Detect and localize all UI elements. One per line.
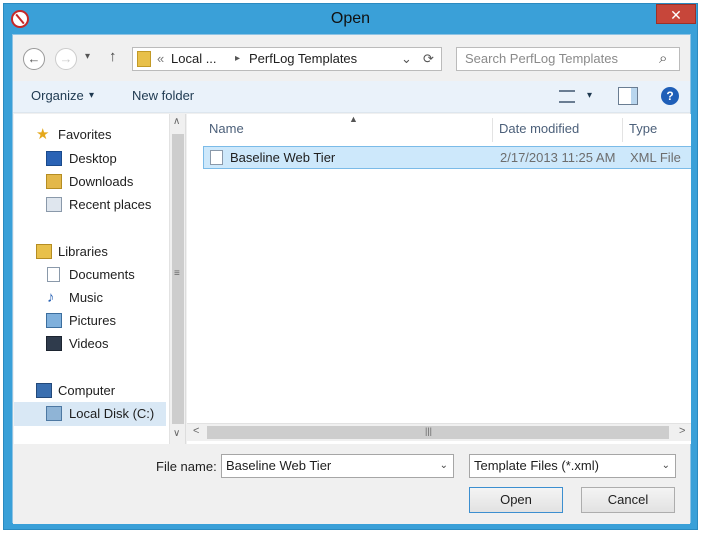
view-options-icon[interactable] <box>559 90 575 103</box>
dialog-client: ← → ▾ ↑ « Local ... ▸ PerfLog Templates … <box>12 34 691 524</box>
documents-icon <box>47 267 60 282</box>
column-header-name[interactable]: Name <box>203 118 493 142</box>
scroll-down-icon[interactable]: ∨ <box>173 428 180 439</box>
sidebar-item-label: Recent places <box>69 197 152 212</box>
disk-icon <box>46 406 62 421</box>
view-caret-icon[interactable]: ▾ <box>587 90 592 101</box>
title-bar[interactable]: Open ✕ <box>4 4 697 34</box>
sidebar-item-label: Favorites <box>58 127 112 142</box>
sidebar-item-libraries[interactable]: Libraries <box>14 241 164 262</box>
sidebar-item-videos[interactable]: Videos <box>14 333 164 354</box>
dialog-footer: File name: Baseline Web Tier ⌄ Template … <box>13 445 690 524</box>
downloads-icon <box>46 174 62 189</box>
address-bar[interactable]: « Local ... ▸ PerfLog Templates ⌄ ⟳ <box>132 47 442 71</box>
address-overflow-icon[interactable]: « <box>157 48 164 70</box>
pictures-icon <box>46 313 62 328</box>
address-segment-perflog[interactable]: PerfLog Templates <box>249 48 357 70</box>
star-icon: ★ <box>36 126 50 143</box>
dialog-window: Open ✕ ← → ▾ ↑ « Local ... ▸ PerfLog Tem… <box>3 3 698 530</box>
scroll-left-icon[interactable]: < <box>193 425 199 437</box>
new-folder-button[interactable]: New folder <box>132 88 194 103</box>
column-header-type[interactable]: Type <box>623 118 691 142</box>
file-row[interactable]: Baseline Web Tier 2/17/2013 11:25 AM XML… <box>203 146 691 169</box>
sidebar-item-label: Libraries <box>58 244 108 259</box>
sidebar-item-label: Videos <box>69 336 109 351</box>
file-type: XML File <box>630 150 681 165</box>
sidebar-item-computer[interactable]: Computer <box>14 380 164 401</box>
recent-locations-button[interactable]: ▾ <box>85 51 90 62</box>
cancel-button[interactable]: Cancel <box>581 487 675 513</box>
open-button[interactable]: Open <box>469 487 563 513</box>
navigation-bar: ← → ▾ ↑ « Local ... ▸ PerfLog Templates … <box>13 35 690 81</box>
file-name-dropdown-icon[interactable]: ⌄ <box>440 455 448 477</box>
sidebar-item-label: Pictures <box>69 313 116 328</box>
sidebar-item-label: Local Disk (C:) <box>69 406 155 421</box>
sidebar-item-pictures[interactable]: Pictures <box>14 310 164 331</box>
refresh-icon[interactable]: ⟳ <box>423 48 434 70</box>
computer-icon <box>36 383 52 398</box>
videos-icon <box>46 336 62 351</box>
scroll-thumb[interactable]: ≡ <box>172 134 184 424</box>
organize-caret-icon[interactable]: ▾ <box>89 90 94 101</box>
search-placeholder: Search PerfLog Templates <box>465 51 618 66</box>
command-toolbar: Organize ▾ New folder ▾ ? <box>13 81 690 113</box>
address-separator-icon[interactable]: ▸ <box>235 48 240 70</box>
forward-button[interactable]: → <box>55 48 77 70</box>
sidebar-item-label: Computer <box>58 383 116 398</box>
preview-pane-icon[interactable] <box>618 87 638 105</box>
libraries-icon <box>36 244 52 259</box>
navigation-pane: ★ Favorites Desktop Downloads Recent pla… <box>14 114 186 444</box>
sidebar-item-label: Desktop <box>69 151 117 166</box>
dialog-title: Open <box>330 10 371 27</box>
hscroll-thumb[interactable]: ||| <box>207 426 669 439</box>
up-button[interactable]: ↑ <box>109 48 117 65</box>
sidebar-item-label: Documents <box>69 267 135 282</box>
sidebar-item-downloads[interactable]: Downloads <box>14 171 164 192</box>
sidebar-item-desktop[interactable]: Desktop <box>14 148 164 169</box>
folder-icon <box>137 51 151 67</box>
hscroll-grip-icon: ||| <box>425 426 433 436</box>
scroll-grip-icon: ≡ <box>174 268 180 279</box>
file-name-label: File name: <box>156 459 217 474</box>
desktop-icon <box>46 151 62 166</box>
address-segment-local[interactable]: Local ... <box>171 48 217 70</box>
scroll-right-icon[interactable]: > <box>679 425 685 437</box>
column-header-date[interactable]: Date modified <box>493 118 623 142</box>
address-dropdown-icon[interactable]: ⌄ <box>401 48 412 70</box>
file-name-value: Baseline Web Tier <box>226 458 332 473</box>
close-button[interactable]: ✕ <box>656 4 696 24</box>
file-name-field[interactable]: Baseline Web Tier ⌄ <box>221 454 454 478</box>
search-box[interactable]: Search PerfLog Templates ⌕ <box>456 47 680 71</box>
sidebar-item-recent-places[interactable]: Recent places <box>14 194 164 215</box>
music-icon: ♪ <box>47 289 55 306</box>
sidebar-item-favorites[interactable]: ★ Favorites <box>14 124 164 145</box>
search-icon[interactable]: ⌕ <box>659 50 667 67</box>
sidebar-item-documents[interactable]: Documents <box>14 264 164 285</box>
recent-places-icon <box>46 197 62 212</box>
file-list-pane: ▲ Name Date modified Type Baseline Web T… <box>187 114 691 444</box>
file-type-dropdown-icon[interactable]: ⌄ <box>662 455 670 477</box>
sidebar-item-music[interactable]: ♪ Music <box>14 287 164 308</box>
xml-file-icon <box>210 150 223 165</box>
scroll-up-icon[interactable]: ∧ <box>173 116 180 127</box>
sidebar-item-label: Downloads <box>69 174 134 189</box>
file-list-hscrollbar[interactable]: < ||| > <box>187 423 691 441</box>
back-button[interactable]: ← <box>23 48 45 70</box>
file-date: 2/17/2013 11:25 AM <box>500 150 616 165</box>
help-icon[interactable]: ? <box>661 87 679 105</box>
file-type-select[interactable]: Template Files (*.xml) ⌄ <box>469 454 676 478</box>
file-name: Baseline Web Tier <box>230 150 336 165</box>
organize-button[interactable]: Organize <box>31 88 84 103</box>
navigation-pane-scrollbar[interactable]: ∧ ≡ ∨ <box>169 114 185 444</box>
file-type-value: Template Files (*.xml) <box>474 458 599 473</box>
sidebar-item-label: Music <box>69 290 103 305</box>
sidebar-item-local-disk[interactable]: Local Disk (C:) <box>14 402 166 426</box>
